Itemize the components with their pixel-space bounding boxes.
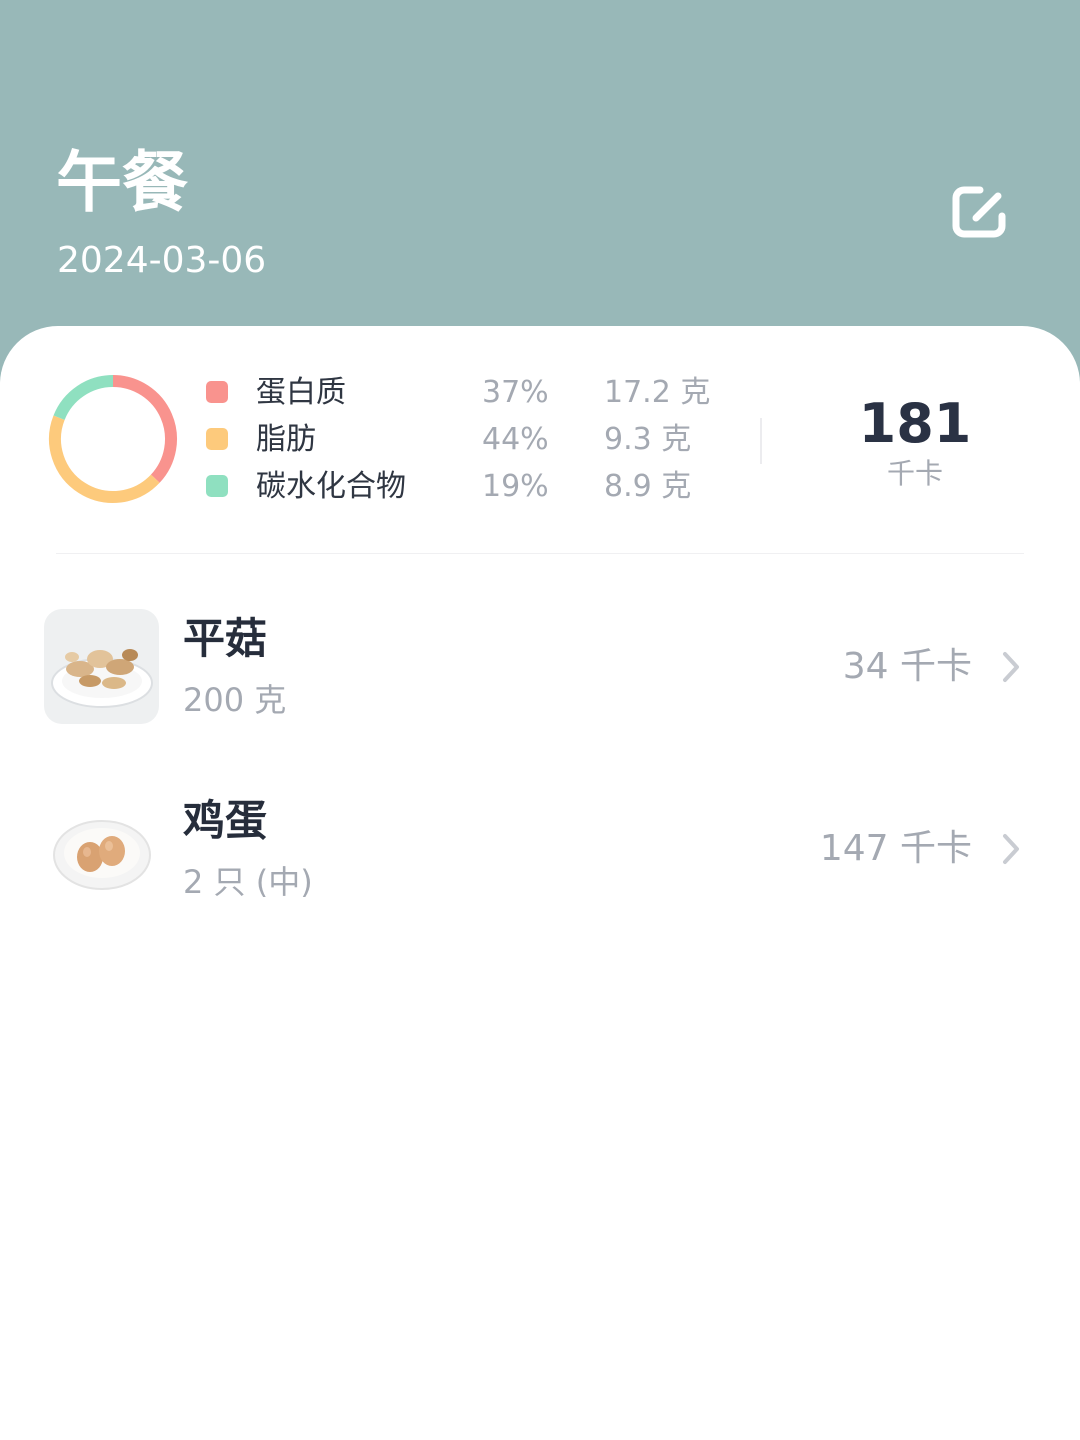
food-item-eggs[interactable]: 鸡蛋 2 只 (中) 147 千卡 — [0, 776, 1080, 926]
meal-title: 午餐 — [56, 144, 188, 221]
edit-icon[interactable] — [946, 178, 1014, 246]
eggs-photo — [44, 791, 159, 906]
macro-percent: 44% — [482, 422, 549, 457]
macro-grams: 17.2 克 — [604, 375, 711, 410]
food-amount: 2 只 (中) — [183, 863, 313, 901]
chevron-right-icon — [1003, 834, 1019, 864]
macro-grams: 8.9 克 — [604, 469, 692, 504]
summary-divider — [760, 418, 762, 464]
food-item-oyster-mushroom[interactable]: 平菇 200 克 34 千卡 — [0, 594, 1080, 744]
carbs-color-swatch — [206, 475, 228, 497]
fat-color-swatch — [206, 428, 228, 450]
food-amount: 200 克 — [183, 681, 287, 719]
food-calories: 147 千卡 — [819, 828, 972, 869]
macro-name: 蛋白质 — [256, 375, 346, 410]
macro-name: 碳水化合物 — [256, 469, 406, 504]
section-divider — [56, 553, 1024, 554]
macro-row-fat: 脂肪 44% 9.3 克 — [0, 417, 720, 463]
macro-percent: 37% — [482, 375, 549, 410]
protein-color-swatch — [206, 381, 228, 403]
macro-grams: 9.3 克 — [604, 422, 692, 457]
macro-name: 脂肪 — [256, 422, 316, 457]
food-calories: 34 千卡 — [842, 646, 972, 687]
total-calories-unit: 千卡 — [886, 457, 943, 490]
food-name: 平菇 — [183, 614, 268, 663]
oyster-mushroom-photo — [44, 609, 159, 724]
total-calories: 181 — [858, 392, 972, 455]
macro-row-protein: 蛋白质 37% 17.2 克 — [0, 370, 720, 416]
meal-date: 2024-03-06 — [57, 240, 267, 281]
food-name: 鸡蛋 — [183, 796, 268, 845]
chevron-right-icon — [1003, 652, 1019, 682]
macro-row-carbs: 碳水化合物 19% 8.9 克 — [0, 464, 720, 510]
macro-percent: 19% — [482, 469, 549, 504]
